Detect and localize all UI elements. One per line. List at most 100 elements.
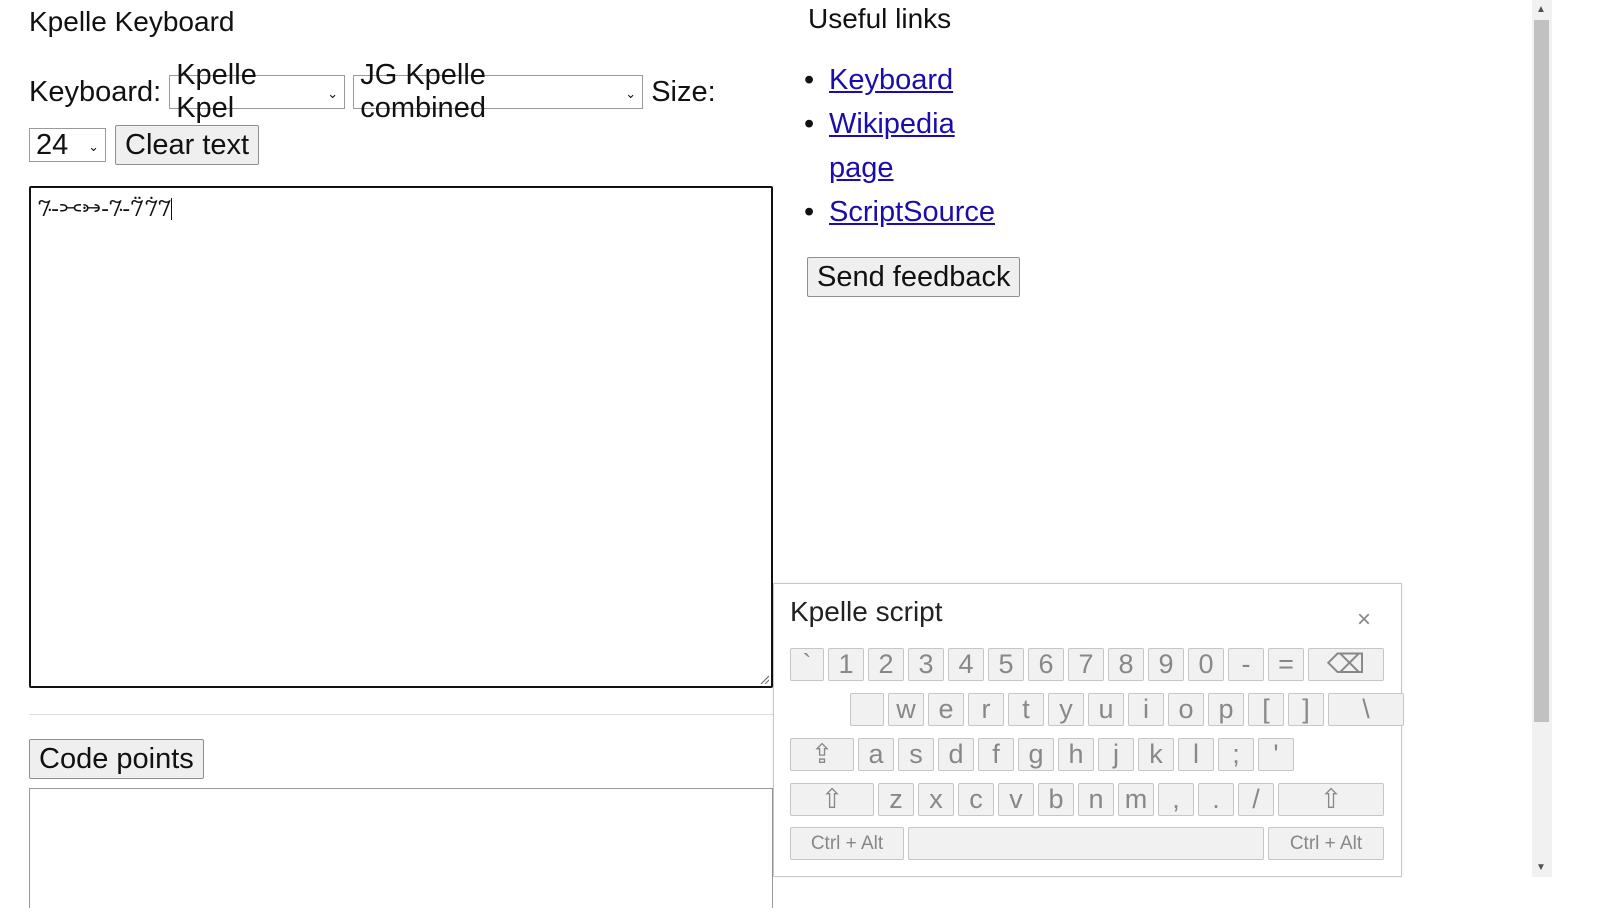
page-title: Kpelle Keyboard [29, 6, 235, 37]
vk-key[interactable]: x [918, 783, 954, 816]
vk-key[interactable]: s [898, 738, 934, 771]
size-select[interactable]: 24 ⌄ [29, 128, 106, 162]
layout-select[interactable]: JG Kpelle combined ⌄ [353, 59, 644, 124]
vk-key[interactable]: j [1098, 738, 1134, 771]
vk-key[interactable]: 9 [1148, 648, 1184, 681]
vk-key[interactable]: ⇧ [790, 783, 874, 816]
vk-key[interactable]: m [1118, 783, 1154, 816]
vk-key-label: z [889, 784, 903, 814]
vk-key[interactable]: e [928, 693, 964, 726]
vk-key[interactable]: 0 [1188, 648, 1224, 681]
vk-key-label: ⇪ [810, 739, 834, 769]
vk-key[interactable]: f [978, 738, 1014, 771]
text-caret [171, 198, 173, 220]
vk-key[interactable]: ⇧ [1278, 783, 1384, 816]
vk-key[interactable]: ' [1258, 738, 1294, 771]
vk-key-label: s [909, 739, 923, 769]
vk-key-label: j [1113, 739, 1119, 769]
vk-key[interactable]: 7 [1068, 648, 1104, 681]
vk-key[interactable]: y [1048, 693, 1084, 726]
vk-key[interactable]: p [1208, 693, 1244, 726]
vk-key-label: [ [1262, 694, 1270, 724]
vk-key[interactable] [850, 693, 884, 726]
vk-key[interactable] [908, 827, 1264, 860]
vk-key[interactable]: 6 [1028, 648, 1064, 681]
vk-key-label: w [896, 694, 916, 724]
vk-key[interactable]: . [1198, 783, 1234, 816]
text-editor[interactable]: 𞠀𞠁𞠂-𞠃-𞠄𞠅-𞠃 [29, 186, 773, 688]
vk-key-label: 2 [878, 649, 894, 679]
vk-key[interactable]: c [958, 783, 994, 816]
vk-key[interactable]: 8 [1108, 648, 1144, 681]
vk-key-label: 9 [1158, 649, 1174, 679]
editor-text: 𞠀𞠁𞠂-𞠃-𞠄𞠅-𞠃 [38, 197, 172, 222]
vk-key[interactable]: a [858, 738, 894, 771]
vk-key[interactable]: ; [1218, 738, 1254, 771]
vk-key[interactable]: n [1078, 783, 1114, 816]
keyboard-link[interactable]: Keyboard [829, 64, 953, 96]
code-points-button[interactable]: Code points [29, 739, 204, 779]
scroll-up-arrow-icon[interactable]: ▲ [1536, 4, 1546, 15]
vk-key[interactable]: Ctrl + Alt [1268, 827, 1384, 860]
vk-key[interactable]: u [1088, 693, 1124, 726]
vk-key[interactable]: 2 [868, 648, 904, 681]
wikipedia-link[interactable]: Wikipedia page [829, 108, 955, 184]
vk-key-label: ⌫ [1326, 649, 1366, 679]
vk-key[interactable]: [ [1248, 693, 1284, 726]
vk-key[interactable]: l [1178, 738, 1214, 771]
vk-key[interactable]: ] [1288, 693, 1324, 726]
vk-key[interactable]: k [1138, 738, 1174, 771]
size-label: Size: [651, 75, 716, 108]
size-controls-row: 24 ⌄ Clear text [29, 125, 260, 165]
vk-key[interactable]: Ctrl + Alt [790, 827, 904, 860]
vk-key[interactable]: 5 [988, 648, 1024, 681]
chevron-down-icon: ⌄ [625, 86, 637, 101]
vk-key[interactable]: 1 [828, 648, 864, 681]
virtual-keyboard: Kpelle script × ` 1 2 3 4 5 6 7 8 9 0- = ⌫ w e r t y u i o p [… [773, 583, 1404, 877]
vk-key[interactable]: o [1168, 693, 1204, 726]
vk-key[interactable]: h [1058, 738, 1094, 771]
send-feedback-button[interactable]: Send feedback [807, 257, 1021, 297]
vk-key[interactable]: 3 [908, 648, 944, 681]
scroll-down-arrow-icon[interactable]: ▼ [1536, 862, 1546, 873]
vk-key[interactable]: ⌫ [1308, 648, 1384, 681]
scrollbar-thumb[interactable] [1534, 20, 1549, 722]
vk-key[interactable]: z [878, 783, 914, 816]
vk-key[interactable]: / [1238, 783, 1274, 816]
vk-key[interactable]: g [1018, 738, 1054, 771]
vk-key[interactable]: 4 [948, 648, 984, 681]
vk-key-label: y [1059, 694, 1073, 724]
resize-grip-icon[interactable] [759, 674, 769, 684]
vk-key-label: - [1241, 649, 1251, 679]
vk-key[interactable]: = [1268, 648, 1304, 681]
clear-text-button[interactable]: Clear text [115, 125, 260, 165]
code-points-output[interactable] [29, 788, 773, 908]
vk-key[interactable]: t [1008, 693, 1044, 726]
vk-key[interactable]: , [1158, 783, 1194, 816]
vk-key[interactable]: i [1128, 693, 1164, 726]
vk-key-label: n [1088, 784, 1104, 814]
vk-key-label: r [981, 694, 991, 724]
vk-key-label: i [1143, 694, 1149, 724]
keyboard-select[interactable]: Kpelle Kpel ⌄ [169, 59, 346, 124]
vk-key[interactable]: w [888, 693, 924, 726]
vk-key-label: ⇧ [820, 784, 844, 814]
close-icon[interactable]: × [1357, 608, 1371, 632]
vk-key-label: \ [1362, 694, 1370, 724]
vk-key-label: x [929, 784, 943, 814]
vk-key[interactable]: b [1038, 783, 1074, 816]
vk-key-label: / [1252, 784, 1260, 814]
vk-key[interactable]: d [938, 738, 974, 771]
vk-key-label: u [1098, 694, 1114, 724]
vk-key[interactable]: ⇪ [790, 738, 854, 771]
vk-key[interactable]: - [1228, 648, 1264, 681]
section-divider [29, 714, 773, 715]
vk-key-label: p [1218, 694, 1234, 724]
vk-key-label: ` [802, 649, 812, 679]
vk-key[interactable]: r [968, 693, 1004, 726]
vk-key-label: 8 [1118, 649, 1134, 679]
vk-key[interactable]: ` [790, 648, 824, 681]
vk-key[interactable]: \ [1328, 693, 1404, 726]
scriptsource-link[interactable]: ScriptSource [829, 196, 995, 228]
vk-key[interactable]: v [998, 783, 1034, 816]
